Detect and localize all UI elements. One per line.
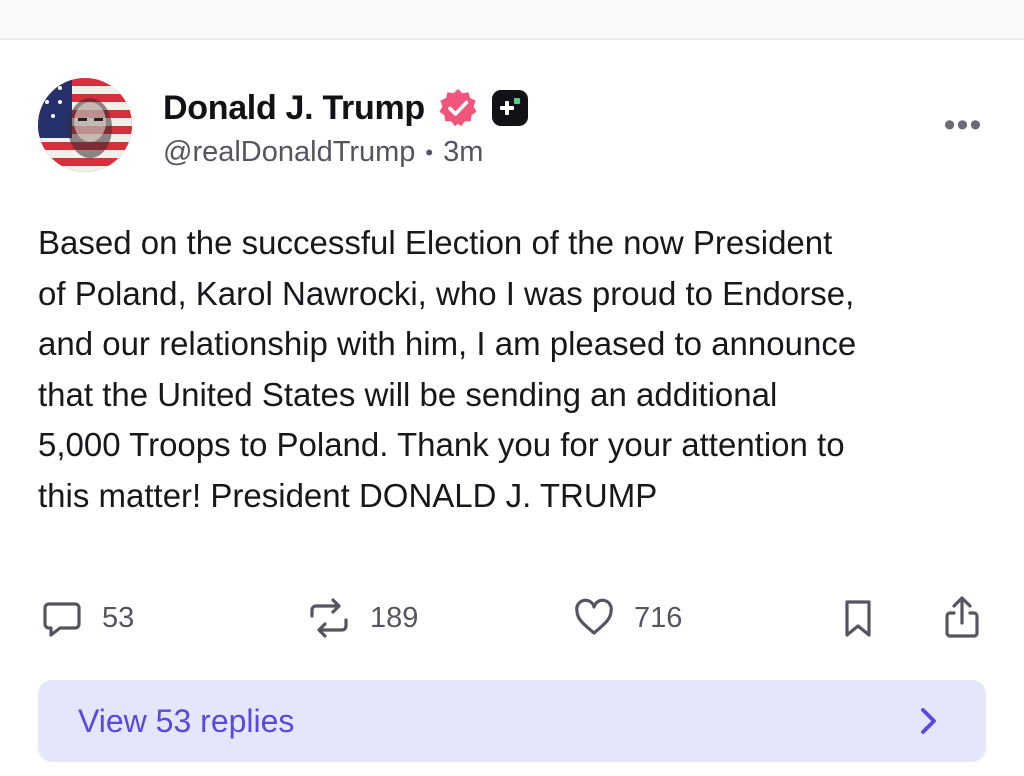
like-count: 716 [634,601,683,634]
reply-button[interactable]: 53 [40,588,134,648]
action-bar: 53 189 716 [0,588,1024,648]
post-text: Based on the successful Election of the … [38,218,998,521]
view-replies-label: View 53 replies [78,702,295,739]
author-row: Donald J. Trump [163,86,529,130]
like-button[interactable]: 716 [572,588,682,648]
view-replies-button[interactable]: View 53 replies [38,680,986,762]
more-options-button[interactable]: ••• [938,106,988,144]
author-name[interactable]: Donald J. Trump [163,89,425,128]
post-text-line: Based on the successful Election of the … [38,224,833,261]
top-bar [0,0,1024,40]
post-text-line: and our relationship with him, I am plea… [38,325,857,362]
post-text-line: that the United States will be sending a… [38,375,778,413]
meta-separator: • [425,139,434,165]
post-text-line: 5,000 Troops to Poland. Thank you for yo… [38,426,845,463]
repost-button[interactable]: 189 [306,588,418,648]
reply-count: 53 [102,601,135,634]
post-text-line: of Poland, Karol Nawrocki, who I was pro… [38,274,855,312]
more-options-icon: ••• [943,105,983,144]
repost-icon [306,596,352,640]
chevron-right-icon [918,705,940,737]
plus-badge-icon [491,89,529,127]
avatar-image [38,78,132,172]
share-button[interactable] [940,588,984,648]
bookmark-button[interactable] [838,588,878,648]
reply-bubble-icon [40,596,84,640]
author-handle[interactable]: @realDonaldTrump [163,136,415,169]
verified-badge-icon [437,87,479,129]
post-card: Donald J. Trump @realDonaldTrump • 3m ••… [0,40,1024,776]
author-meta: @realDonaldTrump • 3m [163,136,483,169]
share-icon [940,595,984,641]
post-text-line: this matter! President DONALD J. TRUMP [38,476,658,514]
repost-count: 189 [370,601,419,634]
avatar[interactable] [38,78,132,172]
post-timestamp[interactable]: 3m [443,136,483,169]
heart-icon [572,596,616,640]
bookmark-icon [838,596,878,640]
